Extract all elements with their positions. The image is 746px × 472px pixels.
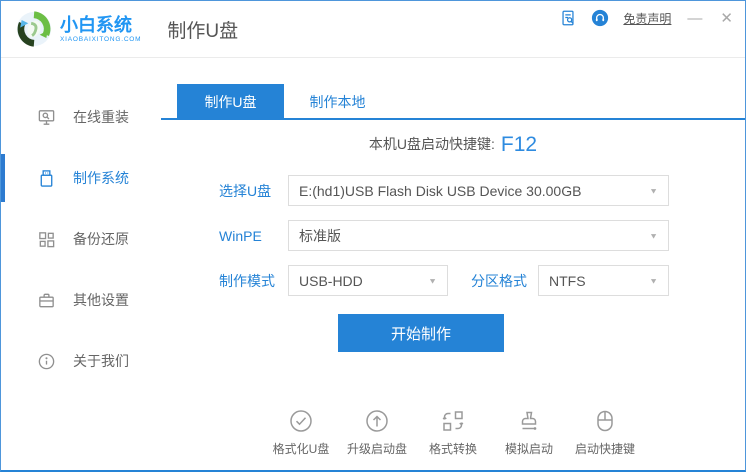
util-upgrade-boot-disk[interactable]: 升级启动盘 — [344, 408, 410, 457]
page-title: 制作U盘 — [167, 20, 239, 42]
util-label: 升级启动盘 — [346, 442, 407, 456]
make-mode-select[interactable]: USB-HDD ▼ — [288, 265, 448, 296]
util-format-usb[interactable]: 格式化U盘 — [268, 408, 334, 457]
sidebar-item-label: 制作系统 — [73, 170, 129, 186]
close-button[interactable]: ✕ — [718, 11, 735, 26]
sidebar-item-label: 在线重装 — [73, 109, 129, 125]
sidebar-item-label: 备份还原 — [73, 231, 129, 247]
logo-text: 小白系统 XIAOBAIXITONG.COM — [60, 15, 141, 43]
partition-format-select[interactable]: NTFS ▼ — [538, 265, 669, 296]
usb-drive-select[interactable]: E:(hd1)USB Flash Disk USB Device 30.00GB… — [288, 175, 669, 206]
usb-drive-label: 选择U盘 — [219, 182, 272, 199]
tab-make-local[interactable]: 制作本地 — [284, 84, 391, 120]
chevron-down-icon: ▼ — [649, 231, 658, 240]
start-make-button[interactable]: 开始制作 — [338, 314, 504, 352]
logo-title: 小白系统 — [60, 15, 132, 35]
chevron-down-icon: ▼ — [649, 276, 658, 285]
disclaimer-link[interactable]: 免责声明 — [623, 10, 671, 27]
util-label: 格式化U盘 — [272, 442, 330, 456]
sidebar-item-label: 关于我们 — [73, 353, 129, 369]
backup-grid-icon — [39, 231, 55, 247]
util-simulate-boot[interactable]: 模拟启动 — [496, 408, 562, 457]
winpe-value: 标准版 — [299, 227, 341, 244]
minimize-button[interactable]: — — [685, 11, 704, 26]
sidebar-item-about-us[interactable]: 关于我们 — [1, 336, 161, 386]
partition-format-label: 分区格式 — [471, 272, 527, 289]
main-content: 制作U盘 制作本地 本机U盘启动快捷键: F12 选择U盘 E:(hd1)USB … — [161, 58, 745, 470]
form-row-usb-drive: 选择U盘 E:(hd1)USB Flash Disk USB Device 30… — [219, 175, 745, 206]
make-mode-value: USB-HDD — [299, 272, 363, 289]
sidebar-item-make-system[interactable]: 制作系统 — [1, 153, 161, 203]
sidebar-item-label: 其他设置 — [73, 292, 129, 308]
boot-hotkey-label: 本机U盘启动快捷键: — [368, 136, 495, 152]
check-circle-icon — [290, 410, 312, 432]
app-logo-icon — [16, 11, 52, 47]
util-format-convert[interactable]: 格式转换 — [420, 408, 486, 457]
utilities-bar: 格式化U盘 升级启动盘 格式转换 模拟启动 启动快捷键 — [161, 408, 745, 457]
util-label: 格式转换 — [428, 442, 477, 456]
info-circle-icon — [38, 353, 55, 369]
toolbox-icon — [39, 293, 54, 307]
stamp-icon — [521, 411, 537, 430]
sidebar-item-other-settings[interactable]: 其他设置 — [1, 275, 161, 325]
sidebar-item-backup-restore[interactable]: 备份还原 — [1, 214, 161, 264]
tab-make-usb[interactable]: 制作U盘 — [177, 84, 284, 120]
form-row-winpe: WinPE 标准版 ▼ — [219, 220, 745, 251]
boot-hotkey-row: 本机U盘启动快捷键: F12 — [161, 129, 745, 159]
feedback-doc-icon[interactable] — [559, 9, 577, 27]
util-boot-hotkey[interactable]: 启动快捷键 — [572, 408, 638, 457]
sidebar-item-online-reinstall[interactable]: 在线重装 — [1, 92, 161, 142]
chevron-down-icon: ▼ — [649, 186, 658, 195]
tab-bar: 制作U盘 制作本地 — [161, 84, 745, 120]
usb-make-form: 选择U盘 E:(hd1)USB Flash Disk USB Device 30… — [161, 175, 745, 296]
form-row-mode-partition: 制作模式 USB-HDD ▼ 分区格式 NTFS ▼ — [219, 265, 745, 296]
convert-icon — [442, 411, 464, 431]
app-window: 免责声明 — ✕ 小白系统 XIAOBAIXITONG.COM 制作U盘 在线重… — [0, 0, 746, 472]
support-headset-icon[interactable] — [591, 9, 609, 27]
boot-hotkey-value: F12 — [500, 133, 538, 156]
chevron-down-icon: ▼ — [428, 276, 437, 285]
winpe-label: WinPE — [219, 227, 262, 244]
partition-format-value: NTFS — [549, 272, 586, 289]
titlebar-controls: 免责声明 — ✕ — [559, 9, 735, 27]
monitor-reinstall-icon — [38, 109, 55, 125]
arrow-up-circle-icon — [366, 410, 388, 432]
make-mode-label: 制作模式 — [219, 272, 275, 289]
sidebar: 在线重装 制作系统 备份还原 其他设置 关于我们 — [1, 58, 161, 470]
util-label: 模拟启动 — [504, 442, 553, 456]
logo-subtitle: XIAOBAIXITONG.COM — [60, 36, 142, 43]
mouse-icon — [597, 410, 613, 432]
util-label: 启动快捷键 — [574, 442, 635, 456]
usb-drive-value: E:(hd1)USB Flash Disk USB Device 30.00GB — [299, 182, 582, 199]
winpe-select[interactable]: 标准版 ▼ — [288, 220, 669, 251]
usb-drive-icon — [40, 169, 53, 187]
